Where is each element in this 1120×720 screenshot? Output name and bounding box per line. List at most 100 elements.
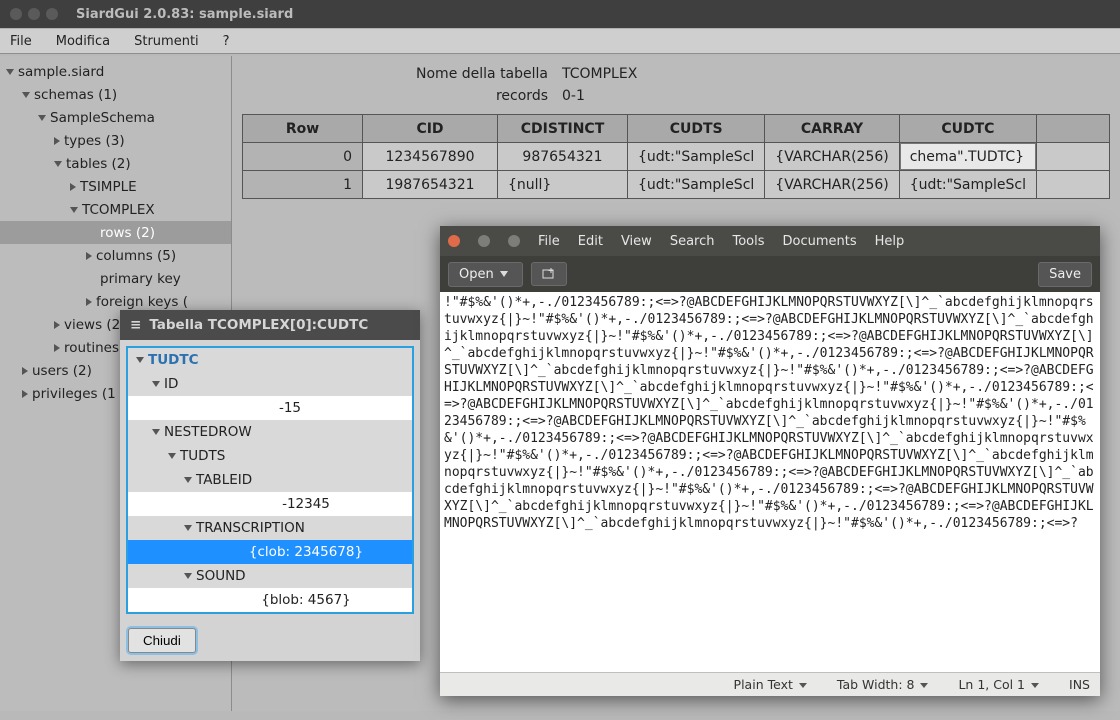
window-title: SiardGui 2.0.83: sample.siard — [76, 7, 293, 22]
tree-columns[interactable]: columns (5) — [0, 244, 231, 267]
row-id-value[interactable]: -15 — [128, 396, 412, 420]
row-transcription[interactable]: TRANSCRIPTION — [128, 516, 412, 540]
cell-carray[interactable]: {VARCHAR(256) — [765, 171, 899, 199]
table-row[interactable]: 1 1987654321 {null} {udt:"SampleScl {VAR… — [243, 171, 1110, 199]
chevron-down-icon[interactable] — [136, 357, 144, 363]
tree-schemas[interactable]: schemas (1) — [0, 83, 231, 106]
cell-cdistinct[interactable]: {null} — [498, 171, 628, 199]
minimize-icon[interactable] — [28, 8, 40, 20]
chevron-down-icon[interactable] — [22, 92, 30, 98]
menu-tools[interactable]: Strumenti — [134, 34, 199, 49]
chevron-down-icon[interactable] — [184, 573, 192, 579]
row-tudts[interactable]: TUDTS — [128, 444, 412, 468]
tree-root[interactable]: sample.siard — [0, 60, 231, 83]
cell-cudts[interactable]: {udt:"SampleScl — [628, 171, 765, 199]
chevron-right-icon[interactable] — [70, 183, 76, 191]
cell-cudts[interactable]: {udt:"SampleScl — [628, 143, 765, 171]
chevron-down-icon[interactable] — [6, 69, 14, 75]
chevron-right-icon[interactable] — [54, 321, 60, 329]
cell-carray[interactable]: {VARCHAR(256) — [765, 143, 899, 171]
chevron-down-icon[interactable] — [152, 381, 160, 387]
chevron-right-icon[interactable] — [22, 367, 28, 375]
status-language[interactable]: Plain Text — [734, 677, 807, 692]
col-carray[interactable]: CARRAY — [765, 115, 899, 143]
siard-titlebar[interactable]: SiardGui 2.0.83: sample.siard — [0, 0, 1120, 28]
chevron-down-icon — [500, 271, 508, 277]
cell-cdistinct[interactable]: 987654321 — [498, 143, 628, 171]
col-spacer — [1037, 115, 1110, 143]
row-id[interactable]: ID — [128, 372, 412, 396]
chevron-down-icon[interactable] — [184, 477, 192, 483]
tree-tsimple[interactable]: TSIMPLE — [0, 175, 231, 198]
row-tableid-value[interactable]: -12345 — [128, 492, 412, 516]
chevron-down-icon[interactable] — [54, 161, 62, 167]
save-button[interactable]: Save — [1038, 262, 1092, 287]
chevron-down-icon[interactable] — [184, 525, 192, 531]
row-sound[interactable]: SOUND — [128, 564, 412, 588]
tree-tcomplex[interactable]: TCOMPLEX — [0, 198, 231, 221]
gedit-menu-file[interactable]: File — [538, 234, 560, 249]
gedit-menu-tools[interactable]: Tools — [732, 234, 764, 249]
close-button[interactable]: Chiudi — [128, 628, 196, 653]
row-tableid[interactable]: TABLEID — [128, 468, 412, 492]
row-transcription-value[interactable]: {clob: 2345678} — [128, 540, 412, 564]
chevron-right-icon[interactable] — [54, 137, 60, 145]
chevron-right-icon[interactable] — [54, 344, 60, 352]
maximize-icon[interactable] — [508, 235, 520, 247]
cell-cudtc[interactable]: {udt:"SampleScl — [899, 171, 1036, 199]
cell-cudtc-selected[interactable]: chema".TUDTC} — [899, 143, 1036, 171]
tree-tables[interactable]: tables (2) — [0, 152, 231, 175]
gedit-menu-view[interactable]: View — [621, 234, 652, 249]
new-tab-button[interactable] — [531, 262, 567, 286]
data-table[interactable]: Row CID CDISTINCT CUDTS CARRAY CUDTC 0 1… — [242, 114, 1110, 199]
gedit-titlebar[interactable]: File Edit View Search Tools Documents He… — [440, 226, 1100, 256]
row-tudtc[interactable]: TUDTC — [128, 348, 412, 372]
chevron-down-icon[interactable] — [168, 453, 176, 459]
gedit-window: File Edit View Search Tools Documents He… — [440, 226, 1100, 696]
chevron-right-icon[interactable] — [86, 252, 92, 260]
cell-cid[interactable]: 1234567890 — [363, 143, 498, 171]
info-name-value: TCOMPLEX — [562, 66, 1110, 82]
tree-types[interactable]: types (3) — [0, 129, 231, 152]
table-row[interactable]: 0 1234567890 987654321 {udt:"SampleScl {… — [243, 143, 1110, 171]
tree-pk[interactable]: primary key — [0, 267, 231, 290]
col-cudtc[interactable]: CUDTC — [899, 115, 1036, 143]
popup-titlebar[interactable]: ≡ Tabella TCOMPLEX[0]:CUDTC — [120, 310, 420, 340]
status-position[interactable]: Ln 1, Col 1 — [958, 677, 1039, 692]
row-nestedrow[interactable]: NESTEDROW — [128, 420, 412, 444]
menu-edit[interactable]: Modifica — [56, 34, 110, 49]
cell-row[interactable]: 0 — [243, 143, 363, 171]
document-icon: ≡ — [130, 317, 141, 333]
chevron-down-icon[interactable] — [38, 115, 46, 121]
open-button[interactable]: Open — [448, 262, 523, 287]
menu-help[interactable]: ? — [223, 34, 230, 49]
chevron-down-icon[interactable] — [70, 207, 78, 213]
cell-cid[interactable]: 1987654321 — [363, 171, 498, 199]
status-insert[interactable]: INS — [1069, 677, 1090, 692]
close-icon[interactable] — [10, 8, 22, 20]
chevron-right-icon[interactable] — [22, 390, 28, 398]
menu-file[interactable]: File — [10, 34, 32, 49]
status-tabwidth[interactable]: Tab Width: 8 — [837, 677, 929, 692]
maximize-icon[interactable] — [46, 8, 58, 20]
tree-rows[interactable]: rows (2) — [0, 221, 231, 244]
gedit-menu-edit[interactable]: Edit — [578, 234, 603, 249]
gedit-menu-search[interactable]: Search — [670, 234, 715, 249]
col-cudts[interactable]: CUDTS — [628, 115, 765, 143]
close-icon[interactable] — [448, 235, 460, 247]
info-records-value: 0-1 — [562, 88, 1110, 104]
col-row[interactable]: Row — [243, 115, 363, 143]
text-editor[interactable]: !"#$%&'()*+,-./0123456789:;<=>?@ABCDEFGH… — [440, 292, 1100, 672]
minimize-icon[interactable] — [478, 235, 490, 247]
col-cdistinct[interactable]: CDISTINCT — [498, 115, 628, 143]
cell-row[interactable]: 1 — [243, 171, 363, 199]
row-sound-value[interactable]: {blob: 4567} — [128, 588, 412, 612]
col-cid[interactable]: CID — [363, 115, 498, 143]
tree-schema[interactable]: SampleSchema — [0, 106, 231, 129]
info-name-label: Nome della tabella — [242, 66, 562, 82]
popup-body: TUDTC ID -15 NESTEDROW TUDTS TABLEID -12… — [126, 346, 414, 614]
gedit-menu-documents[interactable]: Documents — [783, 234, 857, 249]
gedit-menu-help[interactable]: Help — [875, 234, 905, 249]
chevron-right-icon[interactable] — [86, 298, 92, 306]
chevron-down-icon[interactable] — [152, 429, 160, 435]
